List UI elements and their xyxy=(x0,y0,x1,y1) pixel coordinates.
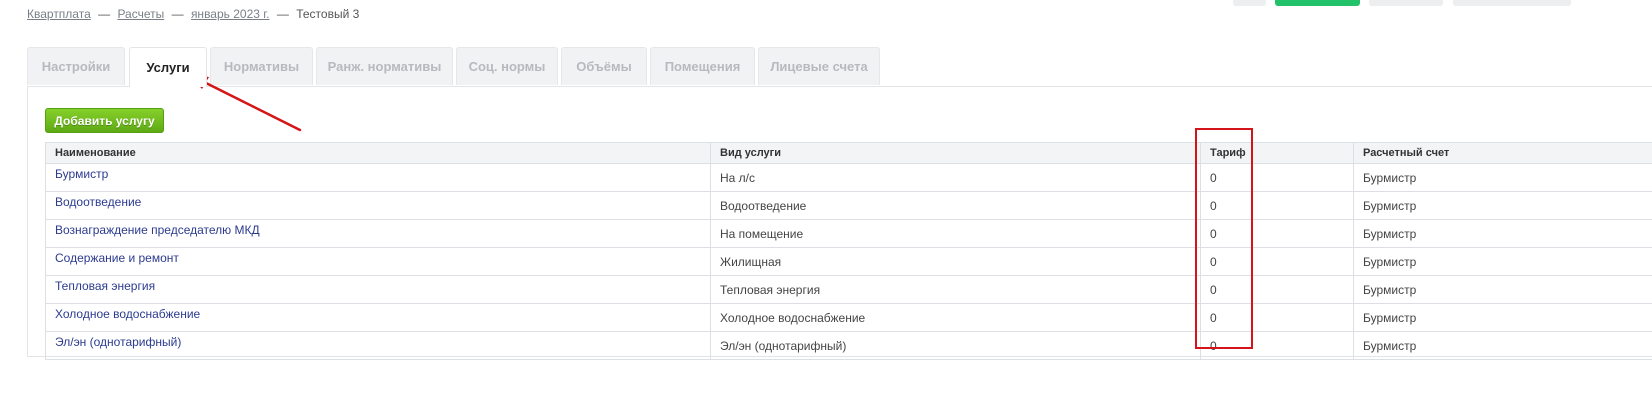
table-row: Тепловая энергия Тепловая энергия 0 Бурм… xyxy=(45,275,1652,304)
table-row: Содержание и ремонт Жилищная 0 Бурмистр xyxy=(45,247,1652,276)
tab-ranged-norms[interactable]: Ранж. нормативы xyxy=(316,47,453,85)
service-type-cell: На помещение xyxy=(710,219,1201,248)
top-toolbar-button[interactable] xyxy=(1233,0,1266,6)
column-header-tariff[interactable]: Тариф xyxy=(1200,142,1354,164)
service-name-cell: Холодное водоснабжение xyxy=(45,303,711,332)
service-name-cell: Вознаграждение председателю МКД xyxy=(45,219,711,248)
tab-volumes[interactable]: Объёмы xyxy=(561,47,647,85)
breadcrumb: Квартплата — Расчеты — январь 2023 г. — … xyxy=(27,7,359,21)
service-name-cell: Эл/эн (однотарифный) xyxy=(45,331,711,360)
service-type-cell: Эл/эн (однотарифный) xyxy=(710,331,1201,360)
service-name-link[interactable]: Содержание и ремонт xyxy=(55,251,179,265)
tab-settings[interactable]: Настройки xyxy=(27,47,125,85)
service-type-cell: Жилищная xyxy=(710,247,1201,276)
tariff-cell: 0 xyxy=(1200,163,1354,192)
account-cell: Бурмистр xyxy=(1353,163,1652,192)
service-name-link[interactable]: Бурмистр xyxy=(55,167,108,181)
account-cell: Бурмистр xyxy=(1353,219,1652,248)
top-toolbar-button[interactable] xyxy=(1453,0,1571,6)
service-type-cell: Водоотведение xyxy=(710,191,1201,220)
tab-norms[interactable]: Нормативы xyxy=(210,47,313,85)
service-name-link[interactable]: Тепловая энергия xyxy=(55,279,155,293)
breadcrumb-separator: — xyxy=(98,7,111,21)
service-name-cell: Бурмистр xyxy=(45,163,711,192)
service-name-cell: Содержание и ремонт xyxy=(45,247,711,276)
tariff-cell: 0 xyxy=(1200,247,1354,276)
breadcrumb-link-period[interactable]: январь 2023 г. xyxy=(191,7,270,21)
column-header-service-type[interactable]: Вид услуги xyxy=(710,142,1201,164)
tariff-cell: 0 xyxy=(1200,331,1354,360)
account-cell: Бурмистр xyxy=(1353,303,1652,332)
table-row: Водоотведение Водоотведение 0 Бурмистр xyxy=(45,191,1652,220)
services-table: Наименование Вид услуги Тариф Расчетный … xyxy=(45,142,1652,360)
top-toolbar-primary-button[interactable] xyxy=(1275,0,1360,6)
table-row: Холодное водоснабжение Холодное водоснаб… xyxy=(45,303,1652,332)
account-cell: Бурмистр xyxy=(1353,275,1652,304)
table-row: Бурмистр На л/с 0 Бурмистр xyxy=(45,163,1652,192)
top-toolbar-button[interactable] xyxy=(1369,0,1443,6)
column-header-account[interactable]: Расчетный счет xyxy=(1353,142,1652,164)
breadcrumb-link-raschety[interactable]: Расчеты xyxy=(117,7,164,21)
add-service-button[interactable]: Добавить услугу xyxy=(45,108,164,133)
breadcrumb-separator: — xyxy=(276,7,289,21)
account-cell: Бурмистр xyxy=(1353,247,1652,276)
column-header-name[interactable]: Наименование xyxy=(45,142,711,164)
tariff-cell: 0 xyxy=(1200,219,1354,248)
service-name-link[interactable]: Водоотведение xyxy=(55,195,141,209)
service-type-cell: Тепловая энергия xyxy=(710,275,1201,304)
service-name-link[interactable]: Холодное водоснабжение xyxy=(55,307,200,321)
tab-social-norms[interactable]: Соц. нормы xyxy=(456,47,558,85)
tariff-cell: 0 xyxy=(1200,191,1354,220)
breadcrumb-separator: — xyxy=(171,7,184,21)
tab-services[interactable]: Услуги xyxy=(129,47,207,87)
service-name-link[interactable]: Эл/эн (однотарифный) xyxy=(55,335,181,349)
top-toolbar xyxy=(0,0,1652,6)
table-header-row: Наименование Вид услуги Тариф Расчетный … xyxy=(45,142,1652,164)
table-row: Эл/эн (однотарифный) Эл/эн (однотарифный… xyxy=(45,331,1652,360)
account-cell: Бурмистр xyxy=(1353,331,1652,360)
tariff-cell: 0 xyxy=(1200,275,1354,304)
tariff-cell: 0 xyxy=(1200,303,1354,332)
breadcrumb-link-kvartplata[interactable]: Квартплата xyxy=(27,7,91,21)
tab-premises[interactable]: Помещения xyxy=(650,47,755,85)
table-row: Вознаграждение председателю МКД На помещ… xyxy=(45,219,1652,248)
account-cell: Бурмистр xyxy=(1353,191,1652,220)
tab-personal-accounts[interactable]: Лицевые счета xyxy=(758,47,880,85)
service-name-cell: Тепловая энергия xyxy=(45,275,711,304)
service-name-cell: Водоотведение xyxy=(45,191,711,220)
breadcrumb-current: Тестовый 3 xyxy=(296,7,360,21)
service-type-cell: Холодное водоснабжение xyxy=(710,303,1201,332)
service-type-cell: На л/с xyxy=(710,163,1201,192)
service-name-link[interactable]: Вознаграждение председателю МКД xyxy=(55,223,260,237)
